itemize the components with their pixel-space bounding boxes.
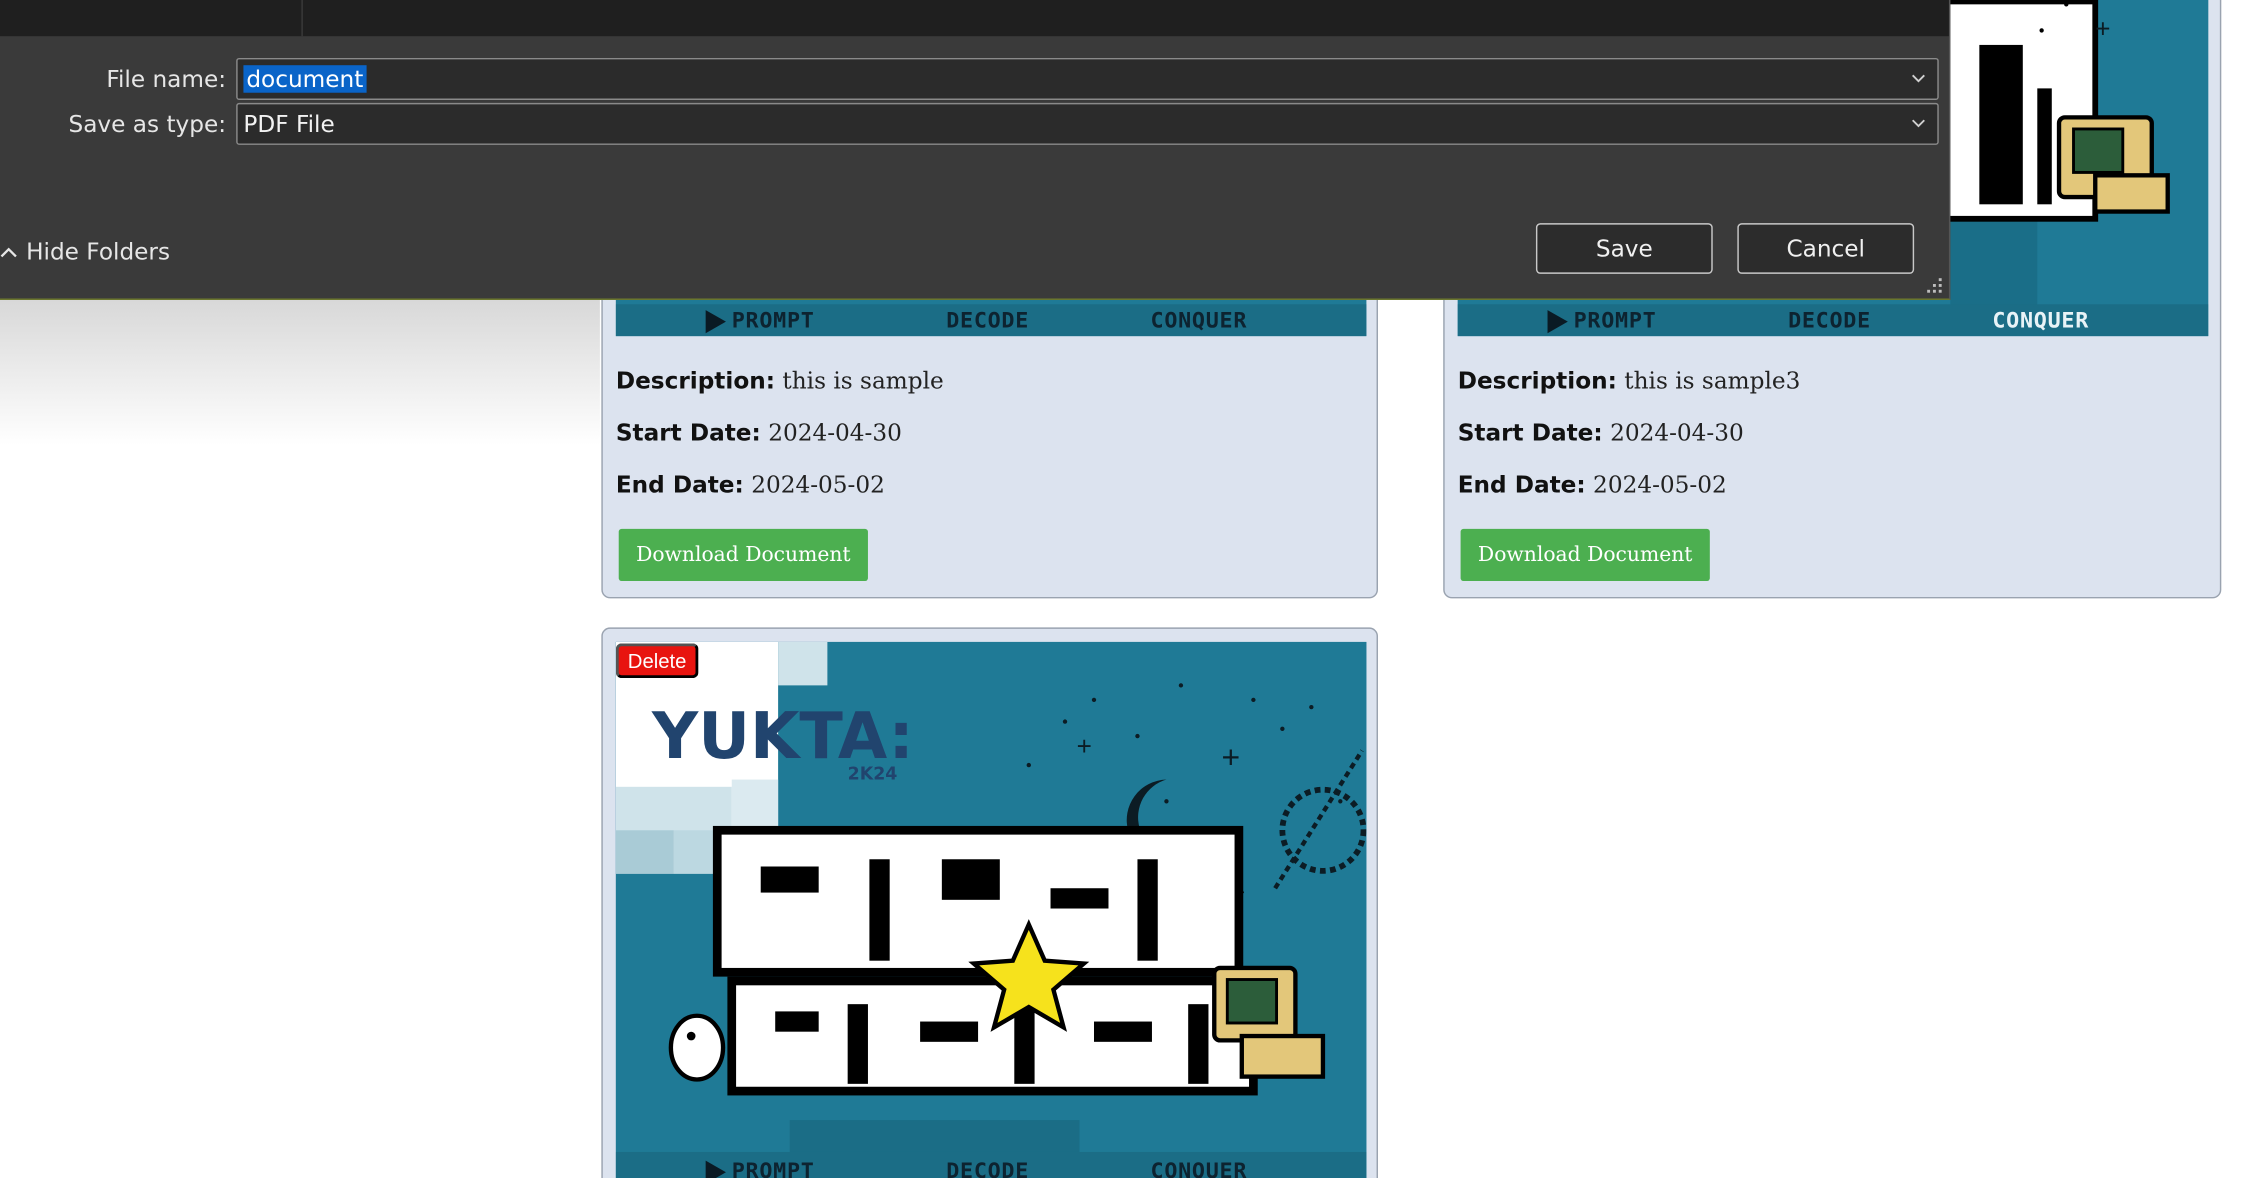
save-as-dialog: File name: document Save as type: PDF Fi…	[0, 0, 1951, 300]
poster-prompt: PROMPT	[1573, 307, 1657, 334]
chevron-down-icon[interactable]	[1911, 71, 1925, 85]
description-value: this is sample	[782, 366, 944, 395]
description-row: Description: this is sample	[616, 367, 944, 395]
poster-conquer: CONQUER	[1150, 307, 1248, 334]
svg-text:+: +	[1222, 739, 1241, 775]
cancel-button[interactable]: Cancel	[1737, 223, 1915, 274]
chevron-down-icon[interactable]	[1911, 116, 1925, 130]
end-date-label: End Date:	[615, 470, 744, 499]
save-type-label: Save as type:	[68, 110, 227, 138]
poster-footer: PROMPT DECODE CONQUER	[615, 1151, 1367, 1178]
resize-grip-icon[interactable]	[1926, 277, 1943, 294]
description-row: Description: this is sample3	[1458, 367, 1801, 395]
end-date-row: End Date: 2024-05-02	[1458, 471, 1727, 499]
poster-image: + + + YUKTA: 2K24	[615, 641, 1367, 1178]
svg-text:+: +	[2095, 14, 2110, 44]
play-icon	[1547, 309, 1568, 333]
file-name-input[interactable]: document	[236, 57, 1939, 100]
end-date-value: 2024-05-02	[751, 470, 885, 499]
description-label: Description:	[1457, 366, 1617, 395]
end-date-value: 2024-05-02	[1593, 470, 1727, 499]
poster-conquer: CONQUER	[1150, 1157, 1248, 1178]
description-label: Description:	[615, 366, 776, 395]
svg-text:2K24: 2K24	[848, 765, 898, 785]
hide-folders-toggle[interactable]: Hide Folders	[0, 237, 171, 266]
start-date-label: Start Date:	[1457, 418, 1603, 447]
dialog-top-bar	[0, 0, 1949, 37]
file-name-label: File name:	[106, 65, 227, 93]
description-value: this is sample3	[1624, 366, 1801, 395]
file-name-value[interactable]: document	[243, 65, 367, 93]
save-type-value: PDF File	[243, 110, 335, 138]
start-date-label: Start Date:	[615, 418, 761, 447]
poster-decode: DECODE	[946, 1157, 1030, 1178]
save-button[interactable]: Save	[1535, 223, 1713, 274]
poster-logo: YUKTA:	[651, 700, 914, 774]
play-icon	[705, 1159, 726, 1178]
start-date-value: 2024-04-30	[768, 418, 902, 447]
save-type-select[interactable]: PDF File	[236, 102, 1939, 145]
delete-button[interactable]: Delete	[615, 643, 699, 679]
poster-prompt: PROMPT	[731, 307, 815, 334]
start-date-value: 2024-04-30	[1610, 418, 1744, 447]
end-date-label: End Date:	[1457, 470, 1586, 499]
start-date-row: Start Date: 2024-04-30	[1458, 419, 1744, 447]
poster-conquer: CONQUER	[1992, 307, 2090, 334]
hide-folders-label: Hide Folders	[26, 237, 171, 266]
document-card: Delete + + +	[601, 627, 1378, 1178]
dialog-shadow	[0, 299, 600, 445]
download-document-button[interactable]: Download Document	[618, 528, 868, 582]
end-date-row: End Date: 2024-05-02	[616, 471, 885, 499]
chevron-up-icon	[0, 246, 17, 257]
poster-decode: DECODE	[946, 307, 1030, 334]
play-icon	[705, 309, 726, 333]
poster-footer: PROMPT DECODE CONQUER	[615, 304, 1367, 337]
poster-prompt: PROMPT	[731, 1157, 815, 1178]
download-document-button[interactable]: Download Document	[1460, 528, 1710, 582]
poster-footer: PROMPT DECODE CONQUER	[1457, 304, 2209, 337]
poster-art: + + + YUKTA: 2K24	[615, 641, 1367, 1178]
poster-decode: DECODE	[1788, 307, 1871, 334]
svg-text:+: +	[1077, 731, 1092, 761]
start-date-row: Start Date: 2024-04-30	[616, 419, 902, 447]
screen: PROMPT DECODE CONQUER Description: this …	[0, 0, 2243, 1178]
